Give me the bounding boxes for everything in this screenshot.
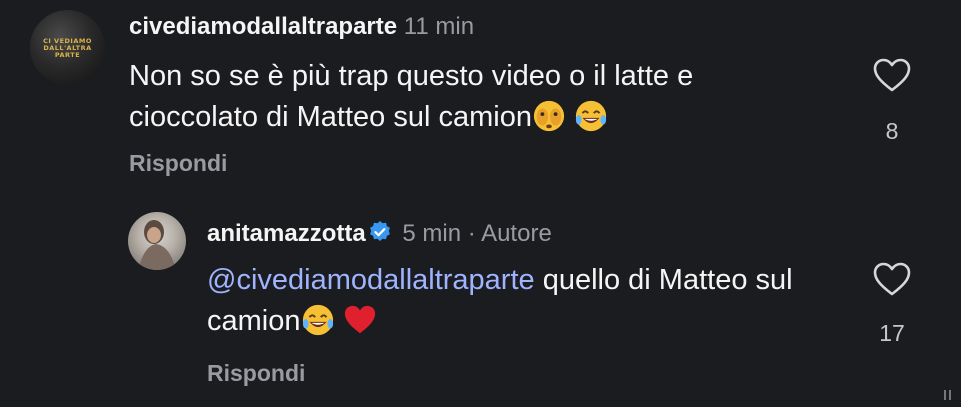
author-label: Autore xyxy=(481,220,552,247)
avatar[interactable] xyxy=(128,212,186,270)
comment-item: CI VEDIAMO DALL'ALTRA PARTE civediamodalla… xyxy=(0,0,961,200)
heart-icon[interactable] xyxy=(872,260,912,300)
comment-body: Non so se è più trap questo video o il l… xyxy=(129,60,694,133)
verified-badge-icon xyxy=(368,220,392,244)
like-count: 17 xyxy=(879,320,905,346)
red-heart-icon xyxy=(343,303,377,337)
mention-link[interactable]: @civediamodallaltraparte xyxy=(207,264,535,296)
face-with-tears-of-joy-icon xyxy=(574,99,608,133)
reply-button[interactable]: Rispondi xyxy=(207,360,305,387)
username[interactable]: anitamazzotta xyxy=(207,220,366,247)
comment-text: @civediamodallaltraparte quello di Matte… xyxy=(207,260,827,342)
face-with-peeking-eye-icon xyxy=(532,99,566,133)
reply-button[interactable]: Rispondi xyxy=(129,150,227,177)
separator: · xyxy=(467,220,476,247)
face-with-tears-of-joy-icon xyxy=(301,303,335,337)
comment-header: civediamodallaltraparte 11 min xyxy=(129,13,474,41)
avatar[interactable]: CI VEDIAMO DALL'ALTRA PARTE xyxy=(30,10,105,85)
heart-icon[interactable] xyxy=(872,56,912,96)
username[interactable]: civediamodallaltraparte xyxy=(129,13,397,40)
comment-text: Non so se è più trap questo video o il l… xyxy=(129,56,829,138)
like-count: 8 xyxy=(885,118,899,144)
reply-comment-item: anitamazzotta 5 min · Autore @civediamod… xyxy=(0,200,961,404)
comment-header: anitamazzotta 5 min · Autore xyxy=(207,220,552,248)
scroll-indicator xyxy=(943,388,953,402)
timestamp: 5 min xyxy=(402,220,462,247)
timestamp: 11 min xyxy=(403,13,475,40)
avatar-logo-text: CI VEDIAMO DALL'ALTRA PARTE xyxy=(43,37,92,59)
